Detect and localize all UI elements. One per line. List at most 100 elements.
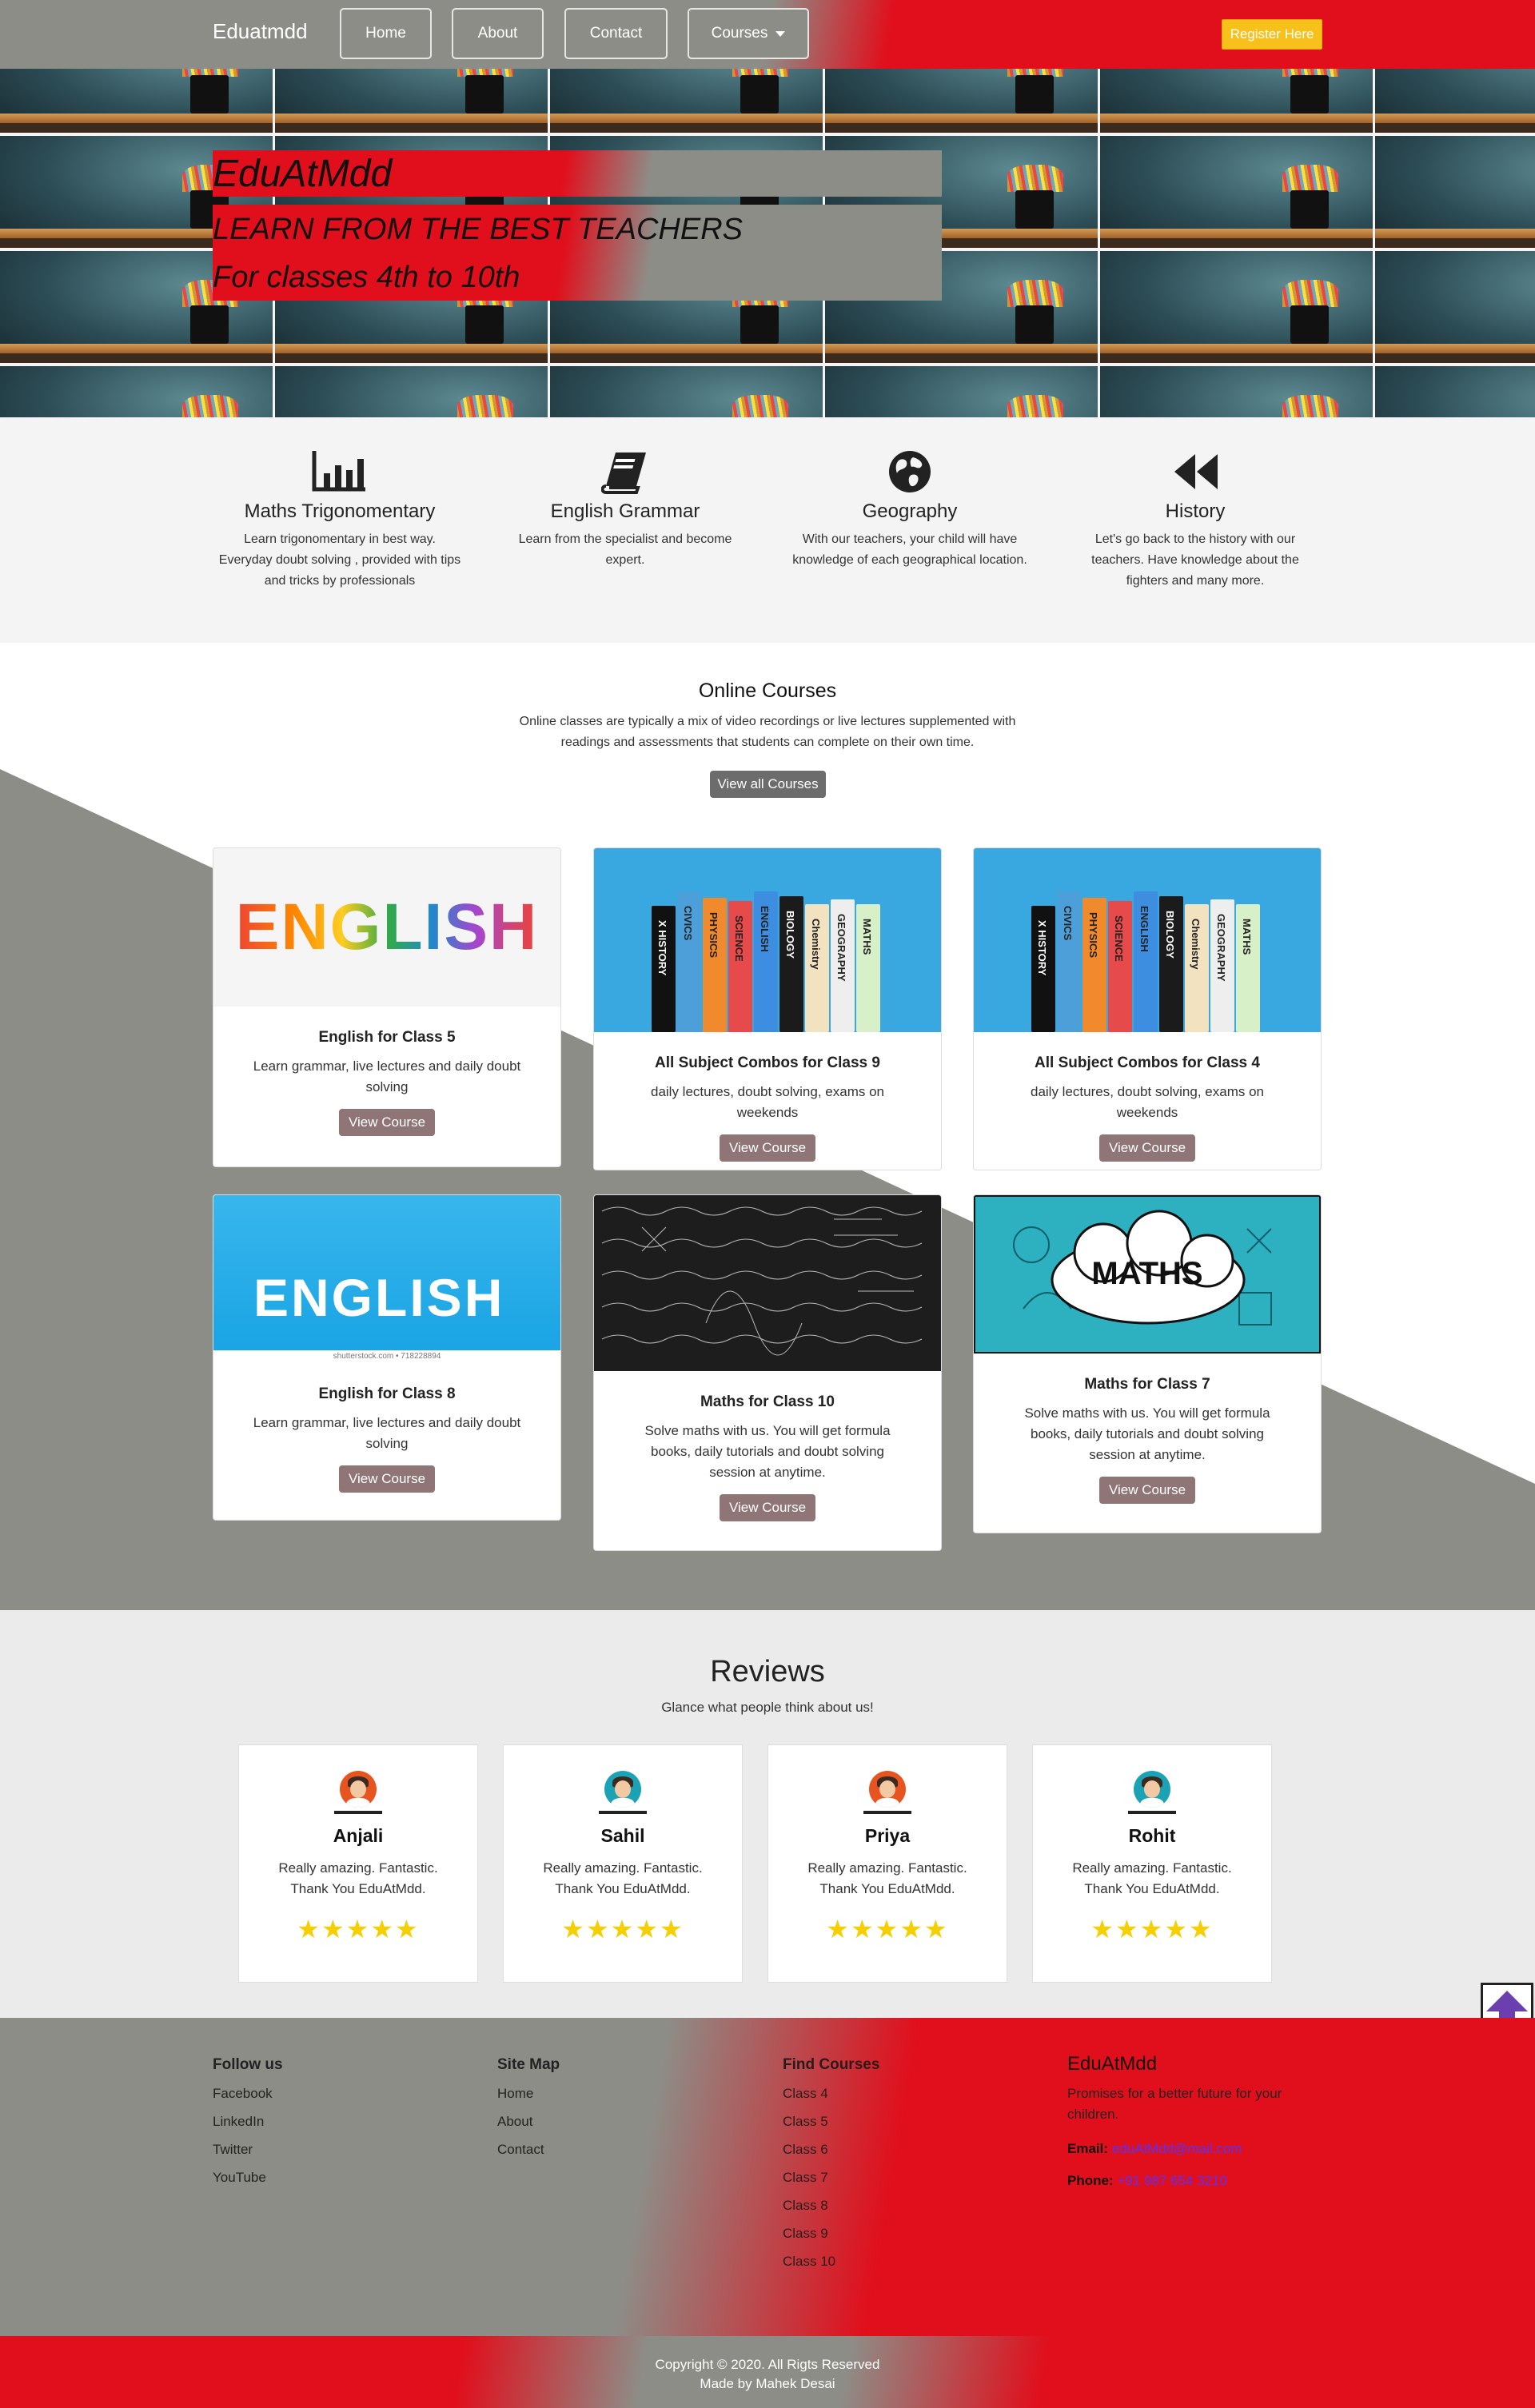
nav-home-button[interactable]: Home (340, 8, 432, 59)
english-image: ENGLISH (213, 848, 560, 1007)
caret-down-icon (775, 30, 786, 37)
book-spine: PHYSICS (703, 898, 727, 1032)
book-spine: GEOGRAPHY (1210, 899, 1234, 1032)
pencil-cup-tile (1375, 251, 1535, 363)
book-spine: MATHS (1236, 904, 1260, 1032)
nav-courses-dropdown[interactable]: Courses (688, 8, 809, 59)
pencil-cup-tile (550, 69, 823, 133)
features-section: Maths Trigonomentary Learn trigonomentar… (0, 417, 1535, 643)
hero-tagline: For classes 4th to 10th (213, 261, 520, 294)
feature-maths: Maths Trigonomentary Learn trigonomentar… (216, 449, 464, 592)
book-spine-label: BIOLOGY (784, 911, 796, 959)
footer-email: Email: eduAtMdd@mail.com (1067, 2141, 1323, 2157)
book-spine-label: Chemistry (810, 919, 822, 970)
book-spine: CIVICS (677, 891, 701, 1032)
footer-link-class-5[interactable]: Class 5 (783, 2113, 879, 2130)
footer-link-linkedin[interactable]: LinkedIn (213, 2113, 283, 2130)
footer-link-contact[interactable]: Contact (497, 2141, 560, 2158)
course-card: Maths for Class 10 Solve maths with us. … (593, 1194, 942, 1551)
course-card: ENGLISH English for Class 5 Learn gramma… (213, 847, 561, 1167)
english-image-text: ENGLISH (253, 1268, 505, 1327)
footer-about-text: Promises for a better future for your ch… (1067, 2086, 1282, 2122)
email-link[interactable]: eduAtMdd@mail.com (1112, 2141, 1242, 2156)
book-spine: CIVICS (1057, 891, 1081, 1032)
book-spine-label: CIVICS (1062, 906, 1074, 941)
footer-link-facebook[interactable]: Facebook (213, 2085, 283, 2102)
navbar: Eduatmdd Home About Contact Courses Regi… (0, 0, 1535, 69)
reviewer-name: Rohit (1128, 1825, 1176, 1846)
view-course-button[interactable]: View Course (1098, 1134, 1196, 1162)
view-course-button[interactable]: View Course (338, 1109, 436, 1136)
book-spine: ENGLISH (1134, 891, 1158, 1032)
book-spine: Chemistry (1185, 904, 1209, 1032)
maths-image: MATHS (974, 1195, 1321, 1354)
book-spine-label: PHYSICS (1087, 912, 1099, 959)
book-spine-label: MATHS (861, 919, 873, 955)
book-spine: X HISTORY (1031, 906, 1055, 1032)
view-course-button[interactable]: View Course (338, 1465, 436, 1493)
footer-link-class-6[interactable]: Class 6 (783, 2141, 879, 2158)
books-image: X HISTORY CIVICS PHYSICS SCIENCE ENGLISH BIOL… (974, 848, 1321, 1032)
hero-title: EduAtMdd (213, 153, 393, 195)
book-spine: SCIENCE (728, 901, 752, 1032)
nav-about-button[interactable]: About (452, 8, 544, 59)
pencil-cup-tile (825, 366, 1098, 417)
view-course-button[interactable]: View Course (719, 1494, 816, 1521)
footer: Follow us Facebook LinkedIn Twitter YouT… (0, 2018, 1535, 2336)
feature-history: History Let's go back to the history wit… (1071, 449, 1319, 592)
brand-logo[interactable]: Eduatmdd (213, 19, 308, 44)
review-text: Really amazing. Fantastic. Thank You Edu… (1072, 1860, 1232, 1896)
footer-link-class-7[interactable]: Class 7 (783, 2169, 879, 2186)
book-spine-label: Chemistry (1190, 919, 1202, 970)
footer-about: EduAtMdd Promises for a better future fo… (1067, 2053, 1323, 2189)
footer-link-youtube[interactable]: YouTube (213, 2169, 283, 2186)
footer-heading: Find Courses (783, 2056, 880, 2073)
book-icon (601, 452, 646, 494)
pencil-cup-tile (1375, 136, 1535, 248)
book-spine-label: ENGLISH (759, 906, 771, 952)
pencil-cup-tile (1100, 69, 1373, 133)
avatar (1134, 1771, 1170, 1808)
feature-text: With our teachers, your child will have … (792, 532, 1027, 567)
footer-link-class-4[interactable]: Class 4 (783, 2085, 879, 2102)
footer-link-class-8[interactable]: Class 8 (783, 2197, 879, 2214)
book-spine: Chemistry (805, 904, 829, 1032)
course-card: ENGLISH shutterstock.com • 718228894 Eng… (213, 1194, 561, 1521)
book-spine-label: CIVICS (682, 906, 694, 941)
footer-brand: EduAtMdd (1067, 2053, 1158, 2075)
hero-banner: EduAtMdd LEARN FROM THE BEST TEACHERS Fo… (0, 69, 1535, 417)
divider (599, 1811, 647, 1814)
pencil-cup-tile (1375, 366, 1535, 417)
footer-link-home[interactable]: Home (497, 2085, 560, 2102)
course-text: Solve maths with us. You will get formul… (1024, 1405, 1270, 1462)
course-text: Learn grammar, live lectures and daily d… (253, 1058, 521, 1094)
course-text: daily lectures, doubt solving, exams on … (1031, 1084, 1264, 1120)
view-course-button[interactable]: View Course (1098, 1477, 1196, 1504)
footer-link-about[interactable]: About (497, 2113, 560, 2130)
phone-link[interactable]: +91 987 654 3210 (1117, 2173, 1227, 2188)
view-course-button[interactable]: View Course (719, 1134, 816, 1162)
footer-link-class-9[interactable]: Class 9 (783, 2225, 879, 2242)
courses-description: Online classes are typically a mix of vi… (519, 715, 1016, 749)
feature-english: English Grammar Learn from the specialis… (501, 449, 749, 571)
view-all-courses-button[interactable]: View all Courses (710, 771, 826, 798)
book-spine-label: ENGLISH (1138, 906, 1150, 952)
footer-link-class-10[interactable]: Class 10 (783, 2253, 879, 2270)
course-text: Solve maths with us. You will get formul… (644, 1423, 891, 1480)
pencil-cup-tile (825, 69, 1098, 133)
pencil-cup-tile (1100, 251, 1373, 363)
footer-link-twitter[interactable]: Twitter (213, 2141, 283, 2158)
book-spine: MATHS (856, 904, 880, 1032)
feature-geography: Geography With our teachers, your child … (786, 449, 1034, 571)
course-card: MATHS Maths for Class 7 Solve maths with… (973, 1194, 1322, 1533)
register-button[interactable]: Register Here (1222, 19, 1322, 50)
books-image: X HISTORY CIVICS PHYSICS SCIENCE ENGLISH BIOL… (594, 848, 941, 1032)
star-rating-icon: ★★★★★ (297, 1915, 420, 1944)
nav-contact-button[interactable]: Contact (564, 8, 668, 59)
review-text: Really amazing. Fantastic. Thank You Edu… (807, 1860, 967, 1896)
feature-text: Learn from the specialist and become exp… (518, 532, 732, 567)
copyright-text: Copyright © 2020. All Rigts Reserved (655, 2357, 880, 2372)
course-title: Maths for Class 7 (1084, 1376, 1210, 1393)
image-caption: shutterstock.com • 718228894 (213, 1350, 560, 1363)
feature-title: Geography (862, 500, 958, 522)
